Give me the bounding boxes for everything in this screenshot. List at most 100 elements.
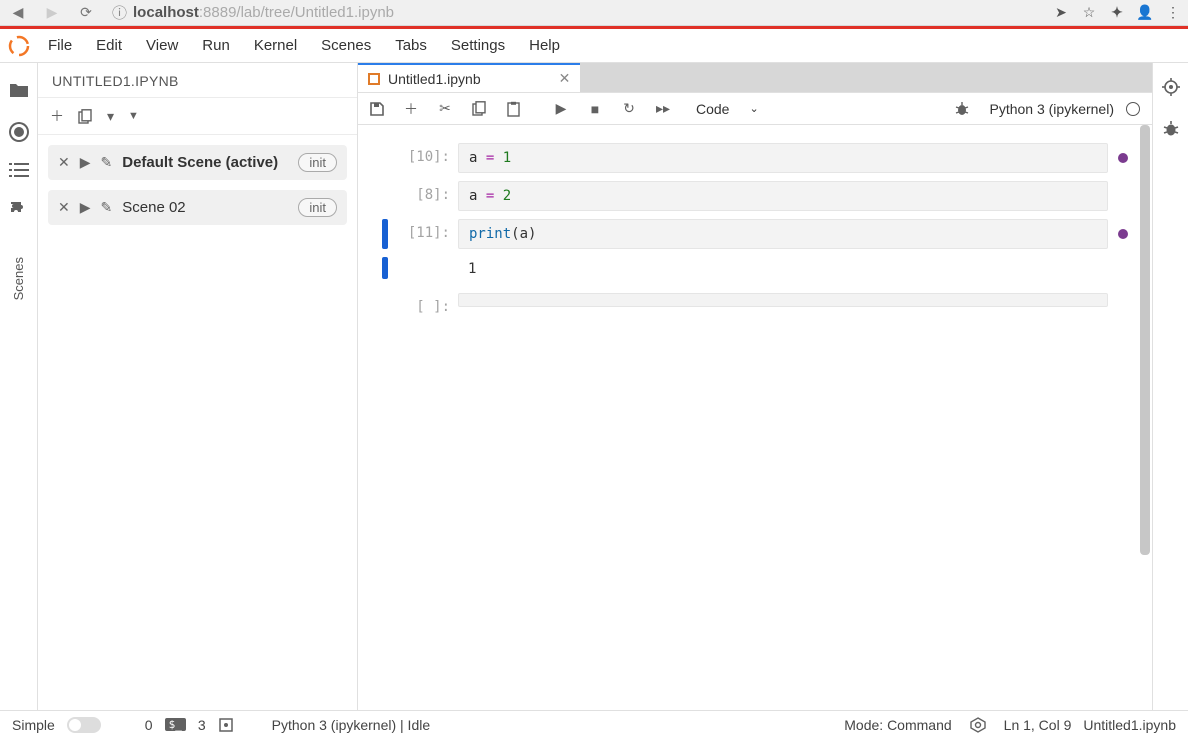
scrollbar[interactable] [1138,125,1152,710]
extensions-icon[interactable]: ✦ [1106,4,1128,21]
insert-cell-icon[interactable]: ＋ [398,96,424,122]
save-icon[interactable] [364,96,390,122]
menu-item-scenes[interactable]: Scenes [309,33,383,58]
scene-init-button[interactable]: init [298,153,337,172]
stop-icon[interactable]: ■ [582,96,608,122]
run-all-icon[interactable]: ▸▸ [650,96,676,122]
restart-icon[interactable]: ↻ [616,96,642,122]
scene-close-icon[interactable]: ✕ [58,154,70,171]
browser-url[interactable]: ⓘ localhost:8889/lab/tree/Untitled1.ipyn… [112,2,394,23]
scenes-panel-title: UNTITLED1.IPYNB [38,63,357,98]
notebook-file-icon [368,73,380,85]
duplicate-scene-icon[interactable] [74,107,97,126]
scene-item[interactable]: ✕ ▶ ✎ Scene 02 init [48,190,347,225]
editor-mode[interactable]: Mode: Command [844,717,951,733]
cursor-position[interactable]: Ln 1, Col 9 [1004,717,1072,733]
menu-item-edit[interactable]: Edit [84,33,134,58]
scene-edit-icon[interactable]: ✎ [101,199,113,216]
notification-icon[interactable] [970,717,986,733]
code-cell[interactable]: [11]:print(a) [372,219,1132,249]
alerts-count[interactable]: 0 [145,717,153,733]
code-cell[interactable]: [8]:a = 2 [372,181,1132,211]
kernel-name[interactable]: Python 3 (ipykernel) [989,101,1114,117]
status-bar: Simple 0 $_ 3 Python 3 (ipykernel) | Idl… [0,710,1188,738]
cell-prompt: [ ]: [388,293,458,315]
cell-prompt: [10]: [388,143,458,165]
scene-list: ✕ ▶ ✎ Default Scene (active) init ✕ ▶ ✎ Scene 02… [38,135,357,235]
send-icon[interactable]: ➤ [1050,4,1072,21]
browser-chrome: ◀ ▶ ⟳ ⓘ localhost:8889/lab/tree/Untitled… [0,0,1188,26]
scene-close-icon[interactable]: ✕ [58,199,70,216]
close-icon[interactable]: ✕ [559,70,571,87]
activity-bar: Scenes [0,63,38,710]
paste-icon[interactable] [500,96,526,122]
menu-item-run[interactable]: Run [190,33,242,58]
property-inspector-icon[interactable] [1161,77,1181,97]
cell-input[interactable]: a = 1 [458,143,1108,173]
notebook-tab[interactable]: Untitled1.ipynb ✕ [358,63,580,92]
debugger-panel-icon[interactable] [1161,119,1181,139]
menu-item-help[interactable]: Help [517,33,572,58]
extension-manager-icon[interactable] [8,199,30,221]
toc-icon[interactable] [8,159,30,181]
jupyter-logo-icon[interactable] [6,33,32,59]
code-cell[interactable]: [10]:a = 1 [372,143,1132,173]
simple-mode-label: Simple [12,717,55,733]
running-kernels-icon[interactable] [8,119,30,141]
notebook-area: Untitled1.ipynb ✕ ＋ ✂ ▶ ■ ↻ ▸▸ Code ⌄ Py… [358,63,1152,710]
run-icon[interactable]: ▶ [548,96,574,122]
property-inspector-rail [1152,63,1188,710]
cell-type-label: Code [696,101,729,117]
menu-item-file[interactable]: File [36,33,84,58]
cell-input[interactable]: print(a) [458,219,1108,249]
scene-item[interactable]: ✕ ▶ ✎ Default Scene (active) init [48,145,347,180]
browser-forward-icon: ▶ [38,4,66,21]
scene-label: Scene 02 [122,199,288,216]
cell-input[interactable]: a = 2 [458,181,1108,211]
scene-sort-icon[interactable]: ▾ [103,106,118,127]
terminals-count[interactable]: 3 [198,717,206,733]
scene-more-icon[interactable]: ▼ [124,108,143,124]
browser-menu-icon[interactable]: ⋮ [1162,4,1184,21]
notebook-toolbar: ＋ ✂ ▶ ■ ↻ ▸▸ Code ⌄ Python 3 (ipykernel) [358,93,1152,125]
tab-label: Untitled1.ipynb [388,71,481,87]
folder-icon[interactable] [8,79,30,101]
browser-back-icon[interactable]: ◀ [4,4,32,21]
cut-icon[interactable]: ✂ [432,96,458,122]
cell-type-select[interactable]: Code ⌄ [690,101,765,117]
kernel-status-icon[interactable] [1126,102,1140,116]
menu-item-kernel[interactable]: Kernel [242,33,309,58]
notebook-body[interactable]: [10]:a = 1[8]:a = 2[11]:print(a)1[ ]: [358,125,1152,710]
copy-icon[interactable] [466,96,492,122]
terminal-chip-icon[interactable]: $_ [165,718,186,731]
scene-edit-icon[interactable]: ✎ [101,154,113,171]
lsp-icon[interactable] [218,717,234,733]
cell-status-dot [1118,153,1128,163]
url-path: :8889/lab/tree/Untitled1.ipynb [199,4,394,21]
menu-item-view[interactable]: View [134,33,190,58]
scene-play-icon[interactable]: ▶ [80,154,91,171]
chevron-down-icon: ⌄ [749,102,758,115]
scene-label: Default Scene (active) [122,154,288,171]
scene-play-icon[interactable]: ▶ [80,199,91,216]
star-icon[interactable]: ☆ [1078,4,1100,21]
code-cell[interactable]: [ ]: [372,293,1132,315]
url-host: localhost [133,4,199,21]
kernel-status[interactable]: Python 3 (ipykernel) | Idle [272,717,431,733]
browser-reload-icon[interactable]: ⟳ [72,4,100,21]
cell-prompt: [8]: [388,181,458,203]
menu-item-tabs[interactable]: Tabs [383,33,439,58]
cell-status-dot [1118,229,1128,239]
simple-mode-toggle[interactable] [67,717,101,733]
info-icon: ⓘ [112,2,127,23]
status-filename[interactable]: Untitled1.ipynb [1083,717,1176,733]
profile-icon[interactable]: 👤 [1134,4,1156,21]
debugger-icon[interactable] [953,100,971,118]
add-scene-icon[interactable]: ＋ [46,104,68,128]
scene-init-button[interactable]: init [298,198,337,217]
menu-item-settings[interactable]: Settings [439,33,517,58]
cell-input[interactable] [458,293,1108,307]
scenes-tab-label[interactable]: Scenes [11,257,26,300]
menu-bar: FileEditViewRunKernelScenesTabsSettingsH… [0,29,1188,63]
scenes-panel: UNTITLED1.IPYNB ＋ ▾ ▼ ✕ ▶ ✎ Default Scene (… [38,63,358,710]
